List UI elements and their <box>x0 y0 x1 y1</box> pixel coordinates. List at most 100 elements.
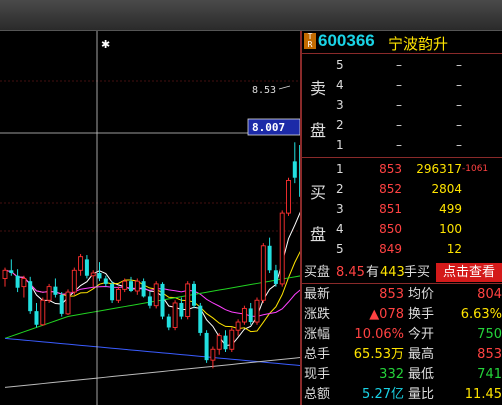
ask-row[interactable]: 5 – – <box>302 55 502 75</box>
bid-row[interactable]: 3 851 499 <box>302 199 502 219</box>
candle-body <box>292 161 297 178</box>
ask-n: 1 <box>336 138 344 152</box>
candle-body <box>15 275 20 288</box>
candle-body <box>229 329 235 350</box>
title-bar <box>0 0 502 31</box>
candle-body <box>172 302 178 328</box>
stat-v: ▲078 <box>369 307 404 322</box>
candle-body <box>28 281 33 312</box>
candle-body <box>97 273 102 279</box>
ask-v: – <box>456 78 462 92</box>
candle-body <box>279 212 285 285</box>
stat-row: 最新 853 均价 804 <box>302 284 502 305</box>
ask-n: 5 <box>336 58 344 72</box>
candle-body <box>141 281 146 297</box>
ask-row[interactable]: 2 – – <box>302 115 502 135</box>
candle-body <box>90 272 96 277</box>
candle-body <box>241 307 247 323</box>
candle-body <box>9 270 14 274</box>
summary-volume: 443 <box>380 265 405 280</box>
stat-v: 853 <box>379 287 404 302</box>
bid-row[interactable]: 5 849 12 <box>302 239 502 259</box>
bid-n: 4 <box>336 222 344 236</box>
ask-row[interactable]: 1 – – <box>302 135 502 155</box>
stat-l2: 今开 <box>408 327 435 342</box>
stat-v2: 750 <box>477 327 502 342</box>
bid-p: 852 <box>379 182 402 196</box>
candle-body <box>59 294 64 314</box>
stat-v2: 853 <box>477 347 502 362</box>
ask-p: – <box>396 118 402 132</box>
candle-body <box>223 335 228 350</box>
candle-body <box>286 179 291 214</box>
stat-l2: 均价 <box>408 287 435 302</box>
candle-body <box>235 321 241 331</box>
ask-v: – <box>456 98 462 112</box>
bid-p: 849 <box>379 242 402 256</box>
candle-body <box>65 291 71 315</box>
summary-price: 8.45 <box>336 265 365 280</box>
stat-v2: 6.63% <box>460 307 502 322</box>
price-readout: 8.007 <box>252 121 285 134</box>
candle-body <box>204 332 209 361</box>
candle-body <box>185 283 191 318</box>
candle-body <box>198 305 203 333</box>
bid-row[interactable]: 1 853 296317 -1061 <box>302 159 502 179</box>
quote-panel: TR 600366 宁波韵升 卖 盘 5– –4– –3– –2– –1– – 买 盘 1… <box>302 31 502 405</box>
ask-v: – <box>456 138 462 152</box>
ma250-line <box>4 357 300 388</box>
bid-p: 851 <box>379 202 402 216</box>
view-details-button[interactable]: 点击查看 <box>436 263 502 282</box>
candle-body <box>248 308 253 323</box>
ask-row[interactable]: 4 – – <box>302 75 502 95</box>
candle-body <box>153 283 159 307</box>
stat-l: 现手 <box>304 367 331 382</box>
bid-v: 100 <box>439 222 462 236</box>
stock-name: 宁波韵升 <box>388 35 449 53</box>
stat-l: 涨跌 <box>304 307 331 322</box>
bid-n: 2 <box>336 182 344 196</box>
ask-n: 3 <box>336 98 344 112</box>
summary-unit: 手买 <box>404 265 431 280</box>
ask-p: – <box>396 58 402 72</box>
kline-chart[interactable]: ✱ 8.53 8.007 <box>0 31 300 405</box>
crosshair-star-icon: ✱ <box>101 38 110 51</box>
stat-l: 最新 <box>304 287 331 302</box>
stat-v2: 11.45 <box>464 387 502 402</box>
ask-v: – <box>456 118 462 132</box>
stat-l: 涨幅 <box>304 327 331 342</box>
bid-v: 12 <box>446 242 462 256</box>
candle-body <box>210 348 216 361</box>
stat-v2: 804 <box>477 287 502 302</box>
candle-body <box>2 269 8 279</box>
stat-v: 65.53万 <box>353 347 404 362</box>
candle-body <box>21 278 27 288</box>
candle-body <box>160 283 165 317</box>
bid-row[interactable]: 2 852 2804 <box>302 179 502 199</box>
stat-l2: 最低 <box>408 367 435 382</box>
candle-body <box>40 299 46 326</box>
ask-p: – <box>396 138 402 152</box>
stat-l2: 换手 <box>408 307 435 322</box>
bid-n: 5 <box>336 242 344 256</box>
bid-n: 3 <box>336 202 344 216</box>
candle-body <box>134 280 140 292</box>
candle-body <box>216 335 222 350</box>
stat-l: 总手 <box>304 347 331 362</box>
bid-p: 853 <box>379 162 402 176</box>
bid-row[interactable]: 4 850 100 <box>302 219 502 239</box>
stat-l2: 最高 <box>408 347 435 362</box>
stat-v2: 741 <box>477 367 502 382</box>
ask-p: – <box>396 98 402 112</box>
bid-n: 1 <box>336 162 344 176</box>
ask-row[interactable]: 3 – – <box>302 95 502 115</box>
candle-body <box>103 278 108 284</box>
stat-l: 总额 <box>304 387 331 402</box>
stock-code[interactable]: 600366 <box>318 31 375 51</box>
candle-body <box>84 259 89 276</box>
bid-v: 2804 <box>431 182 462 196</box>
high-price-label: 8.53 <box>252 85 276 96</box>
order-summary: 买盘 8.45 有 443 手买 点击查看 <box>302 262 502 283</box>
candle-body <box>267 245 272 271</box>
ask-v: – <box>456 58 462 72</box>
